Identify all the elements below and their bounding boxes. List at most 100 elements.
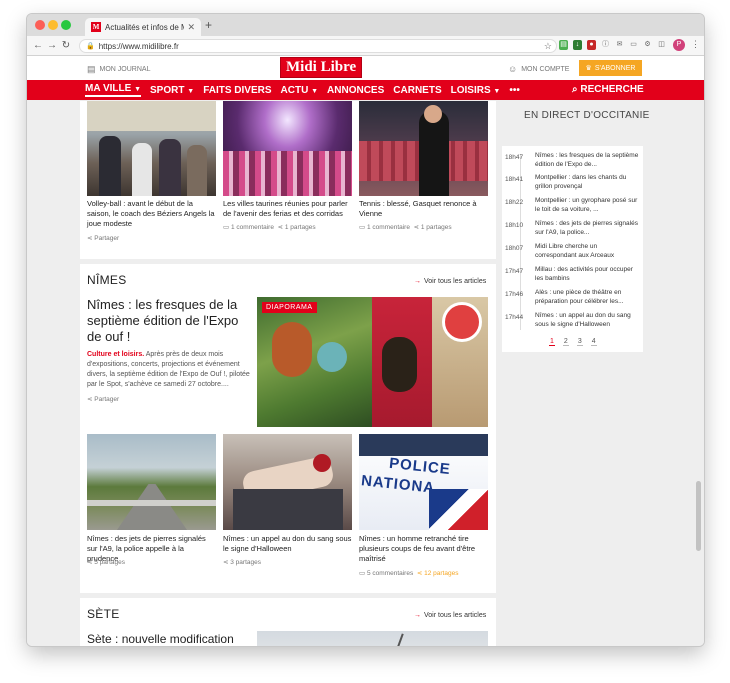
blood-donation-image[interactable] [223,434,352,530]
category-link[interactable]: Culture et loisirs. [87,351,144,358]
mail-extension-icon[interactable]: ✉ [615,40,624,50]
reload-icon[interactable]: ↻ [59,40,73,51]
browser-menu-icon[interactable]: ⋮ [691,39,700,50]
comment-icon: ▭ [223,224,230,231]
article-meta: ▭ 5 commentaires ⋖ 12 partages [359,569,458,577]
cast-extension-icon[interactable]: ▭ [629,40,638,50]
section-title[interactable]: NÎMES [87,273,127,287]
ferias-image[interactable] [223,101,352,196]
shares-count[interactable]: 1 partages [285,224,316,231]
see-all-label: Voir tous les articles [424,612,487,619]
nav-more[interactable]: ••• [509,85,520,96]
share-link[interactable]: ⋖ Partager [87,395,119,403]
shares-count[interactable]: 5 partages [94,559,125,566]
browser-tab[interactable]: M Actualités et infos de Montpellier ✕ [85,18,201,36]
article-title[interactable]: Volley-ball : avant le début de la saiso… [87,199,217,229]
url-input[interactable]: 🔒 https://www.midilibre.fr ☆ [79,39,557,53]
live-time: 17h44 [505,314,524,321]
article-title[interactable]: Les villes taurines réunies pour parler … [223,199,353,219]
gasquet-image[interactable] [359,101,488,196]
forward-icon[interactable]: → [45,40,59,51]
info-extension-icon[interactable]: ⓘ [601,40,610,50]
sidebar-heading: EN DIRECT D'OCCITANIE [524,110,650,121]
article-meta: ▭ 1 commentaire ⋖ 1 partages [359,223,452,231]
share-icon: ⋖ [87,396,93,403]
comments-count[interactable]: 5 commentaires [367,570,413,577]
layers-extension-icon[interactable]: ◫ [657,40,666,50]
nav-annonces[interactable]: ANNONCES [327,85,384,96]
back-icon[interactable]: ← [31,40,45,51]
live-text[interactable]: Nîmes : les fresques de la septième édit… [535,151,640,169]
page-content: Volley-ball : avant le début de la saiso… [27,101,704,646]
shares-count[interactable]: 3 partages [230,559,261,566]
live-time: 18h41 [505,176,524,183]
police-car-image[interactable]: POLICE NATIONA [359,434,488,530]
page-link[interactable]: 1 [549,338,555,346]
fresque-image[interactable] [257,297,488,427]
bookmark-star-icon[interactable]: ☆ [544,41,552,52]
live-text[interactable]: Nîmes : un appel au don du sang sous le … [535,311,640,329]
share-label: Partager [94,396,120,403]
minimize-window-button[interactable] [48,20,58,30]
search-label: RECHERCHE [580,84,644,95]
download-extension-icon[interactable]: ↓ [573,40,582,50]
nav-ma-ville[interactable]: MA VILLE ▼ [85,83,142,97]
live-text[interactable]: Millau : des activités pour occuper les … [535,265,640,283]
close-window-button[interactable] [35,20,45,30]
see-all-link[interactable]: → Voir tous les articles [414,278,486,285]
live-text[interactable]: Montpellier : dans les chants du grillon… [535,173,640,191]
lead-article-title[interactable]: Nîmes : les fresques de la septième édit… [87,297,247,345]
maximize-window-button[interactable] [61,20,71,30]
comments-count[interactable]: 1 commentaire [367,224,410,231]
extension-icon[interactable]: ▤ [559,40,568,50]
user-icon: ☺ [508,64,518,74]
lock-icon: 🔒 [86,43,95,50]
section-title[interactable]: SÈTE [87,607,120,621]
mon-journal-link[interactable]: ▤ MON JOURNAL [87,64,150,75]
nav-carnets[interactable]: CARNETS [393,85,441,96]
shares-count[interactable]: 12 partages [424,570,458,577]
close-tab-icon[interactable]: ✕ [187,22,195,33]
new-tab-button[interactable]: + [205,18,212,32]
puzzle-extension-icon[interactable]: ⚙ [643,40,652,50]
adblock-extension-icon[interactable]: ● [587,40,596,50]
article-title[interactable]: Nîmes : un homme retranché tire plusieur… [359,534,484,564]
nav-loisirs[interactable]: LOISIRS ▼ [451,85,501,96]
sete-image[interactable] [257,631,488,646]
page-scrollbar[interactable] [696,481,701,551]
page-link[interactable]: 3 [576,338,583,346]
nav-label: LOISIRS [450,84,491,96]
mon-journal-label: MON JOURNAL [99,66,151,73]
nav-faits-divers[interactable]: FAITS DIVERS [203,85,271,96]
highway-image[interactable] [87,434,216,530]
article-title[interactable]: Tennis : blessé, Gasquet renonce à Vienn… [359,199,484,219]
volleyball-image[interactable] [87,101,216,196]
nav-sport[interactable]: SPORT ▼ [150,85,194,96]
article-title[interactable]: Nîmes : un appel au don du sang sous le … [223,534,353,554]
site-logo[interactable]: Midi Libre [280,57,363,78]
live-time: 18h47 [505,154,524,161]
nav-actu[interactable]: ACTU ▼ [281,85,319,96]
live-text[interactable]: Montpellier : un gyrophare posé sur le t… [535,196,640,214]
page-link[interactable]: 2 [562,338,569,346]
profile-avatar[interactable]: P [673,39,685,51]
share-icon: ⋖ [277,224,284,231]
lead-article-title[interactable]: Sète : nouvelle modification [87,631,257,646]
live-text[interactable]: Midi Libre cherche un correspondant aux … [535,242,640,260]
nav-label: SPORT [150,84,185,96]
page-link[interactable]: 4 [590,338,597,346]
see-all-link[interactable]: → Voir tous les articles [414,612,486,619]
search-button[interactable]: ⌕ RECHERCHE [572,84,644,95]
share-link[interactable]: ⋖ Partager [87,234,119,242]
mon-compte-link[interactable]: ☺ MON COMPTE [508,64,569,74]
diaporama-badge: DIAPORAMA [262,302,317,313]
subscribe-button[interactable]: ♛ S'ABONNER [579,60,642,76]
share-icon: ⋖ [223,559,229,566]
live-text[interactable]: Alès : une pièce de théâtre en préparati… [535,288,640,306]
live-text[interactable]: Nîmes : des jets de pierres signalés sur… [535,219,640,237]
comments-count[interactable]: 1 commentaire [231,224,274,231]
live-pagination: 1 2 3 4 [549,338,597,346]
newspaper-icon: ▤ [87,64,96,74]
shares-count[interactable]: 1 partages [421,224,452,231]
share-icon: ⋖ [413,224,420,231]
